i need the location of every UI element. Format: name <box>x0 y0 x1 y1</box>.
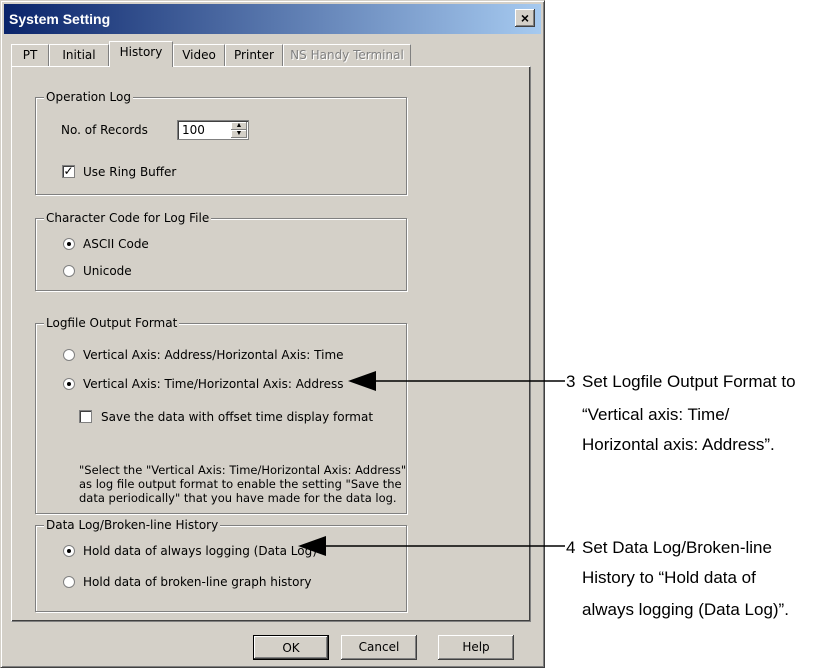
step4-line2: History to “Hold data of <box>582 568 756 587</box>
step4-line1: Set Data Log/Broken-line <box>582 538 772 557</box>
step3-line1: Set Logfile Output Format to <box>582 372 796 391</box>
step4-number: 4 <box>566 538 576 557</box>
step3-line2: “Vertical axis: Time/ <box>582 405 730 424</box>
step4-line3: always logging (Data Log)”. <box>582 600 789 619</box>
step3-line3: Horizontal axis: Address”. <box>582 435 775 454</box>
tab-history[interactable]: History <box>109 41 173 67</box>
step3-number: 3 <box>566 372 576 391</box>
arrow-head-step3 <box>348 371 376 391</box>
arrow-head-step4 <box>298 536 326 556</box>
